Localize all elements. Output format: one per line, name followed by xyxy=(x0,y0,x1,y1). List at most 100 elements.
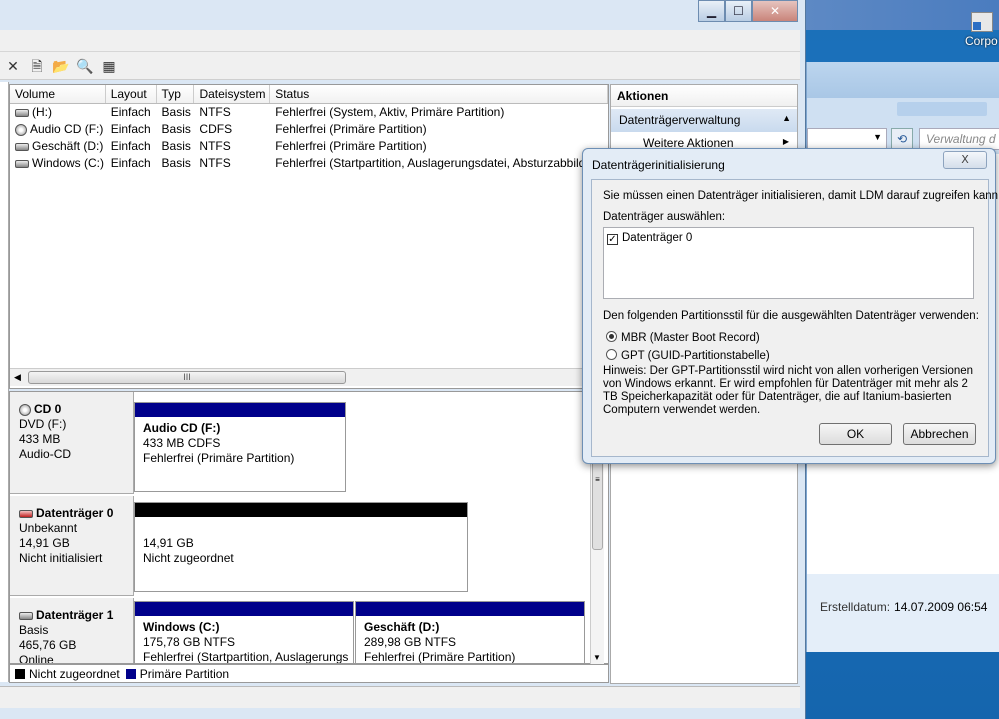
volume-name: Audio CD (F:) xyxy=(30,122,104,136)
collapse-icon[interactable]: ▲ xyxy=(782,113,791,123)
volume-list: Volume Layout Typ Dateisystem Status (H:… xyxy=(9,84,609,389)
volume-typ: Basis xyxy=(161,156,191,170)
close-button[interactable]: ✕ xyxy=(752,0,798,22)
volume-list-header: Volume Layout Typ Dateisystem Status xyxy=(10,85,609,104)
radio-gpt-label: GPT (GUID-Partitionstabelle) xyxy=(621,350,770,362)
dialog-close-button[interactable]: ⵝ xyxy=(943,151,987,169)
bg-details-pane: Erstelldatum: 14.07.2009 06:54 xyxy=(807,574,999,652)
maximize-button[interactable]: ☐ xyxy=(725,0,752,22)
partition-size: 14,91 GB xyxy=(143,536,194,550)
disk-line3: Audio-CD xyxy=(19,447,72,461)
col-typ[interactable]: Typ xyxy=(157,85,195,103)
disk-name: CD 0 xyxy=(34,402,62,416)
actions-section-label: Datenträgerverwaltung xyxy=(619,113,741,127)
properties-icon[interactable]: 🗎 xyxy=(28,57,46,75)
drive-icon xyxy=(15,142,29,151)
disk-row-cd0[interactable]: CD 0 DVD (F:) 433 MB Audio-CD Audio CD (… xyxy=(10,392,594,494)
dialog-hint: Hinweis: Der GPT-Partitionsstil wird nic… xyxy=(603,365,974,416)
open-folder-icon[interactable]: 📂 xyxy=(52,57,70,75)
checkbox-checked-icon[interactable]: ✓ xyxy=(607,234,618,245)
volume-status: Fehlerfrei (System, Aktiv, Primäre Parti… xyxy=(275,105,505,119)
actions-heading: Aktionen xyxy=(611,85,797,107)
table-row[interactable]: Geschäft (D:) Einfach Basis NTFS Fehlerf… xyxy=(10,138,608,155)
desktop-shortcut[interactable]: Corpo xyxy=(965,12,999,52)
table-row[interactable]: Audio CD (F:) Einfach Basis CDFS Fehlerf… xyxy=(10,121,608,138)
radio-selected-icon[interactable] xyxy=(606,331,617,342)
disk-item-label: Datenträger 0 xyxy=(622,232,693,244)
disk-row-datentraeger0[interactable]: Datenträger 0 Unbekannt 14,91 GB Nicht i… xyxy=(10,496,594,596)
table-row[interactable]: (H:) Einfach Basis NTFS Fehlerfrei (Syst… xyxy=(10,104,608,121)
disk-label[interactable]: CD 0 DVD (F:) 433 MB Audio-CD xyxy=(10,392,134,494)
volume-typ: Basis xyxy=(161,105,191,119)
bg-nav-dropdown[interactable]: ▼ xyxy=(807,128,887,150)
dialog-title: Datenträgerinitialisierung xyxy=(592,158,725,172)
bg-search-input[interactable]: Verwaltung d xyxy=(919,128,999,150)
vertical-scrollbar[interactable]: ≡ ▼ xyxy=(590,460,604,664)
volume-layout: Einfach xyxy=(110,139,151,153)
partition-name: Audio CD (F:) xyxy=(143,421,221,435)
radio-mbr-label: MBR (Master Boot Record) xyxy=(621,332,760,344)
scroll-left-icon[interactable]: ◀ xyxy=(14,372,21,383)
volume-typ: Basis xyxy=(161,139,191,153)
partition-size: 175,78 GB NTFS xyxy=(143,635,236,649)
volume-status: Fehlerfrei (Startpartition, Auslagerungs… xyxy=(275,156,586,170)
primary-partition-bar xyxy=(135,602,353,616)
dialog-intro: Sie müssen einen Datenträger initialisie… xyxy=(603,190,999,202)
disk-label[interactable]: Datenträger 0 Unbekannt 14,91 GB Nicht i… xyxy=(10,496,134,596)
col-layout[interactable]: Layout xyxy=(106,85,157,103)
disk-name: Datenträger 1 xyxy=(36,608,114,622)
radio-unselected-icon[interactable] xyxy=(606,349,617,360)
initialize-disk-dialog: Datenträgerinitialisierung ⵝ Sie müssen … xyxy=(582,148,999,464)
col-volume[interactable]: Volume xyxy=(10,85,106,103)
partition-unallocated[interactable]: 14,91 GB Nicht zugeordnet xyxy=(134,502,468,592)
drive-icon xyxy=(15,108,29,117)
partition-geschaeft[interactable]: Geschäft (D:) 289,98 GB NTFS Fehlerfrei … xyxy=(355,601,585,663)
partition-status: Fehlerfrei (Primäre Partition) xyxy=(143,451,295,465)
legend-unallocated: Nicht zugeordnet xyxy=(29,666,120,681)
search-icon[interactable]: 🔍 xyxy=(76,57,94,75)
delete-icon[interactable]: ✕ xyxy=(4,57,22,75)
refresh-icon[interactable]: ⟲ xyxy=(891,128,913,150)
help-icon[interactable]: ▦ xyxy=(100,57,118,75)
disk-row-datentraeger1[interactable]: Datenträger 1 Basis 465,76 GB Online Win… xyxy=(10,598,594,664)
partition-status: Fehlerfrei (Startpartition, Auslagerungs xyxy=(143,650,349,664)
disk-label[interactable]: Datenträger 1 Basis 465,76 GB Online xyxy=(10,598,134,663)
ok-button[interactable]: OK xyxy=(819,423,892,445)
disk-select-list[interactable]: ✓ Datenträger 0 xyxy=(603,227,974,299)
volume-status: Fehlerfrei (Primäre Partition) xyxy=(275,139,427,153)
partition-audio-cd[interactable]: Audio CD (F:) 433 MB CDFS Fehlerfrei (Pr… xyxy=(134,402,346,492)
scroll-down-icon[interactable]: ▼ xyxy=(593,653,601,662)
volume-layout: Einfach xyxy=(110,122,151,136)
disk-graph-view: CD 0 DVD (F:) 433 MB Audio-CD Audio CD (… xyxy=(9,391,609,664)
list-item[interactable]: ✓ Datenträger 0 xyxy=(604,228,973,245)
unallocated-bar xyxy=(135,503,467,517)
volume-name: Geschäft (D:) xyxy=(32,139,104,153)
status-bar xyxy=(0,686,800,708)
volume-name: Windows (C:) xyxy=(32,156,105,170)
radio-mbr[interactable]: MBR (Master Boot Record) xyxy=(606,331,760,344)
horizontal-scrollbar[interactable]: ◀ III xyxy=(10,368,608,386)
scroll-thumb[interactable]: ≡ xyxy=(592,460,603,550)
volume-layout: Einfach xyxy=(110,156,151,170)
col-dateisystem[interactable]: Dateisystem xyxy=(194,85,271,103)
volume-layout: Einfach xyxy=(110,105,151,119)
disk-line3: Nicht initialisiert xyxy=(19,551,103,565)
window-titlebar[interactable] xyxy=(0,0,806,30)
shortcut-icon xyxy=(971,12,993,32)
volume-typ: Basis xyxy=(161,122,191,136)
legend-primary: Primäre Partition xyxy=(139,666,230,681)
minimize-button[interactable]: ▁ xyxy=(698,0,725,22)
desktop-shortcut-label: Corpo xyxy=(965,34,998,48)
volume-fs: NTFS xyxy=(199,156,231,170)
partition-windows[interactable]: Windows (C:) 175,78 GB NTFS Fehlerfrei (… xyxy=(134,601,354,664)
col-status[interactable]: Status xyxy=(270,85,609,103)
legend: Nicht zugeordnet Primäre Partition xyxy=(9,664,609,683)
actions-section[interactable]: Datenträgerverwaltung ▲ xyxy=(611,109,797,132)
radio-gpt[interactable]: GPT (GUID-Partitionstabelle) xyxy=(606,349,770,362)
table-row[interactable]: Windows (C:) Einfach Basis NTFS Fehlerfr… xyxy=(10,155,608,172)
toolbar: ✕ 🗎 📂 🔍 ▦ xyxy=(0,52,800,80)
cancel-button[interactable]: Abbrechen xyxy=(903,423,976,445)
chevron-right-icon: ▶ xyxy=(782,137,789,146)
scroll-thumb[interactable]: III xyxy=(28,371,346,384)
dialog-body: Sie müssen einen Datenträger initialisie… xyxy=(591,179,999,457)
